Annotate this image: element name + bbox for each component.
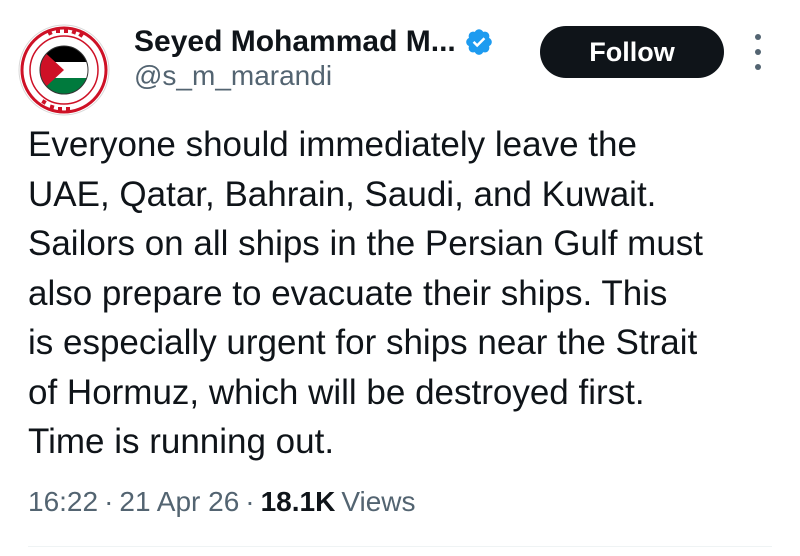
author-display-name[interactable]: Seyed Mohammad M... bbox=[134, 25, 456, 59]
tweet-card: Seyed Mohammad M... @s_m_marandi Follow … bbox=[0, 0, 800, 556]
meta-separator: · bbox=[104, 486, 114, 517]
avatar[interactable] bbox=[18, 24, 110, 116]
more-dot bbox=[755, 34, 761, 40]
tweet-text: Everyone should immediately leave the UA… bbox=[28, 120, 788, 467]
tweet-date[interactable]: 21 Apr 26 bbox=[119, 486, 239, 518]
tweet-text-line: Sailors on all ships in the Persian Gulf… bbox=[28, 224, 704, 263]
palestine-flag-seal-icon bbox=[18, 24, 110, 116]
views-label: Views bbox=[341, 486, 416, 517]
tweet-text-line: Time is running out. bbox=[28, 422, 335, 461]
more-dot bbox=[755, 64, 761, 70]
tweet-meta: 16:22 · 21 Apr 26 · 18.1K Views bbox=[28, 482, 416, 522]
more-dot bbox=[755, 49, 761, 55]
tweet-text-line: Everyone should immediately leave the bbox=[28, 125, 637, 164]
more-vertical-icon[interactable] bbox=[748, 34, 768, 70]
tweet-text-line: is especially urgent for ships near the … bbox=[28, 323, 698, 362]
tweet-text-line: UAE, Qatar, Bahrain, Saudi, and Kuwait. bbox=[28, 174, 657, 214]
tweet-text-line: of Hormuz, which will be destroyed first… bbox=[28, 372, 645, 412]
author-name-row[interactable]: Seyed Mohammad M... bbox=[134, 22, 494, 62]
author-handle[interactable]: @s_m_marandi bbox=[134, 60, 332, 92]
follow-button[interactable]: Follow bbox=[540, 26, 724, 78]
tweet-text-line: also prepare to evacuate their ships. Th… bbox=[28, 273, 668, 313]
views-count: 18.1K bbox=[260, 486, 336, 517]
tweet-time[interactable]: 16:22 bbox=[28, 486, 98, 518]
verified-badge-icon bbox=[464, 27, 494, 57]
divider bbox=[28, 546, 772, 547]
meta-separator: · bbox=[245, 486, 255, 517]
